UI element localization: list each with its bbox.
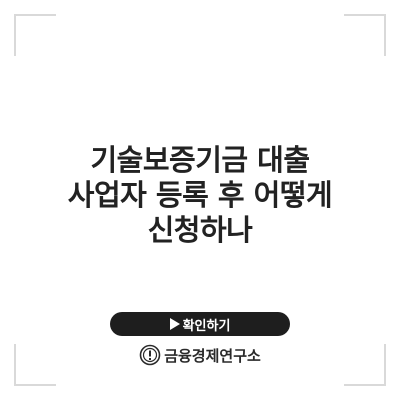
brand: 금융경제연구소 — [0, 344, 400, 366]
page-title: 기술보증기금 대출 사업자 등록 후 어떻게 신청하나 — [20, 143, 380, 248]
frame-corner-top-left — [14, 14, 56, 56]
frame-corner-top-right — [344, 14, 386, 56]
title-line-1: 기술보증기금 대출 — [90, 143, 310, 177]
exclamation-badge-icon — [139, 344, 161, 366]
brand-name: 금융경제연구소 — [164, 346, 261, 365]
title-line-3: 신청하나 — [147, 213, 253, 247]
play-icon — [169, 318, 180, 330]
confirm-button-label: 확인하기 — [182, 318, 231, 334]
title-line-2: 사업자 등록 후 어떻게 — [67, 178, 333, 212]
confirm-button[interactable]: 확인하기 — [110, 312, 290, 336]
